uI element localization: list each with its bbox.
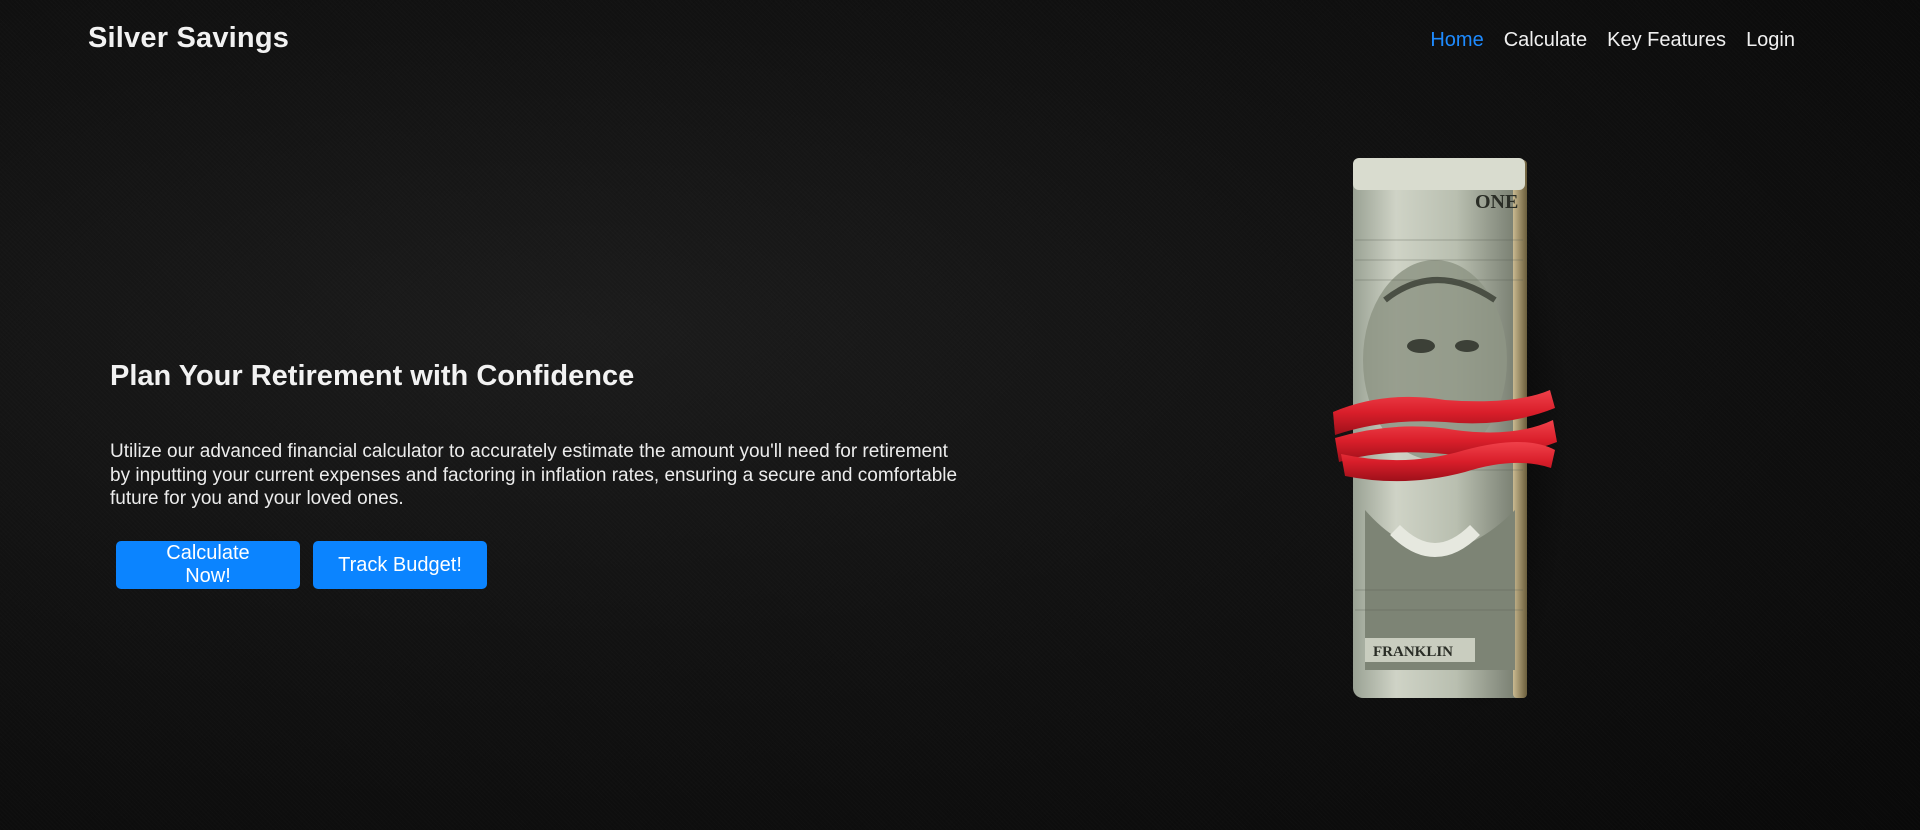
bill-top-border: [1353, 158, 1525, 190]
bill-text-bottom: FRANKLIN: [1373, 644, 1453, 660]
hero-description: Utilize our advanced financial calculato…: [110, 441, 958, 509]
hero-page: Silver Savings Home Calculate Key Featur…: [0, 0, 1920, 830]
nav-key-features[interactable]: Key Features: [1607, 29, 1726, 52]
bill-edge: [1513, 160, 1527, 698]
nav-login[interactable]: Login: [1746, 29, 1795, 52]
money-roll-image: ONE FRANKLIN: [1325, 150, 1570, 720]
track-budget-button[interactable]: Track Budget!: [313, 541, 487, 589]
portrait-eye-right: [1455, 340, 1479, 352]
nav-home[interactable]: Home: [1430, 29, 1483, 52]
portrait-eye-left: [1407, 339, 1435, 353]
money-roll-illustration: ONE FRANKLIN: [1333, 158, 1570, 720]
brand-logo[interactable]: Silver Savings: [88, 22, 289, 55]
main-nav: Home Calculate Key Features Login: [1410, 29, 1795, 52]
bill-text-top: ONE: [1475, 191, 1518, 213]
calculate-now-button[interactable]: Calculate Now!: [116, 541, 300, 589]
nav-calculate[interactable]: Calculate: [1504, 29, 1587, 52]
background-texture: [0, 0, 1920, 830]
hero-title: Plan Your Retirement with Confidence: [110, 360, 635, 392]
